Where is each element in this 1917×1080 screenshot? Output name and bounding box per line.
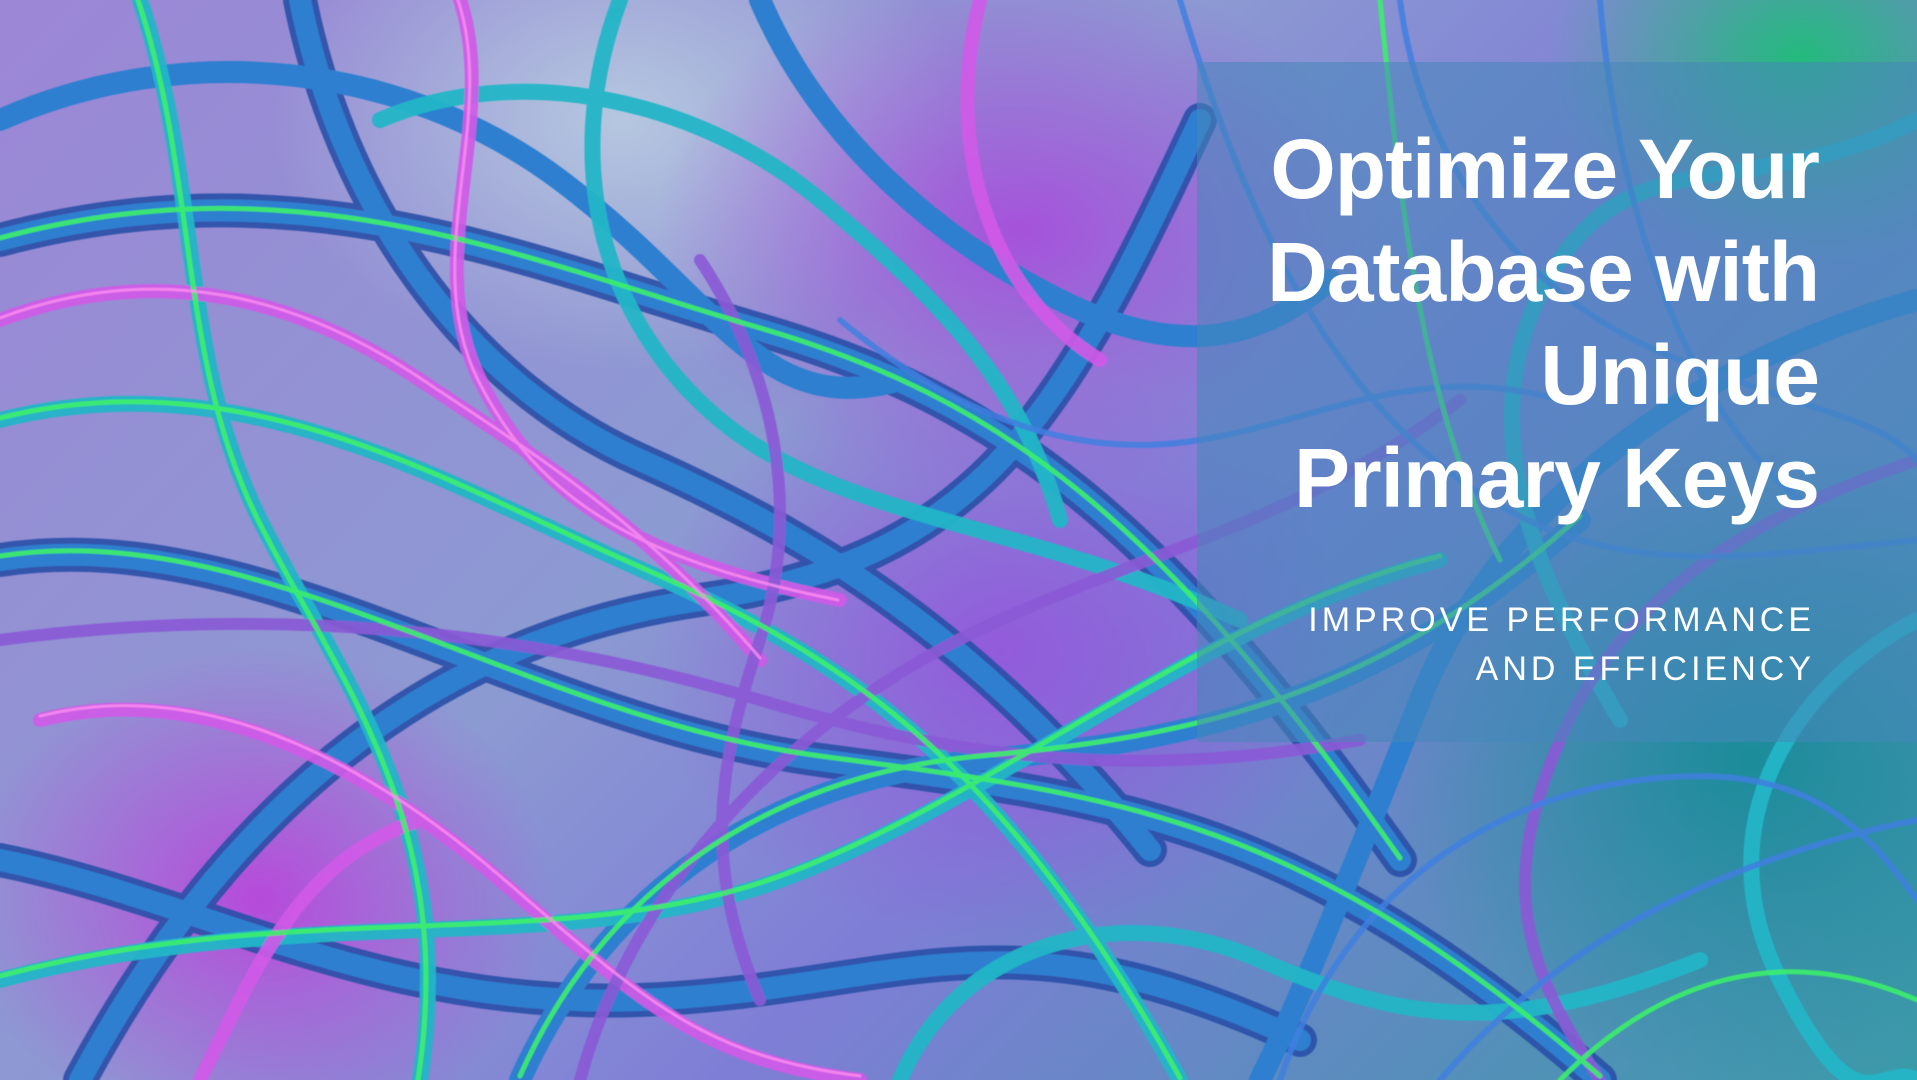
slide: Optimize Your Database with Unique Prima… <box>0 0 1917 1080</box>
title-line: Primary Keys <box>1293 431 1820 525</box>
title-line: Optimize Your <box>1270 122 1820 216</box>
slide-subtitle: IMPROVE PERFORMANCE AND EFFICIENCY <box>1115 596 1815 694</box>
subtitle-line: AND EFFICIENCY <box>1475 650 1815 688</box>
title-line: Database with <box>1267 225 1820 319</box>
subtitle-line: IMPROVE PERFORMANCE <box>1308 601 1815 639</box>
title-line: Unique <box>1540 328 1820 422</box>
slide-title: Optimize Your Database with Unique Prima… <box>1099 118 1820 530</box>
